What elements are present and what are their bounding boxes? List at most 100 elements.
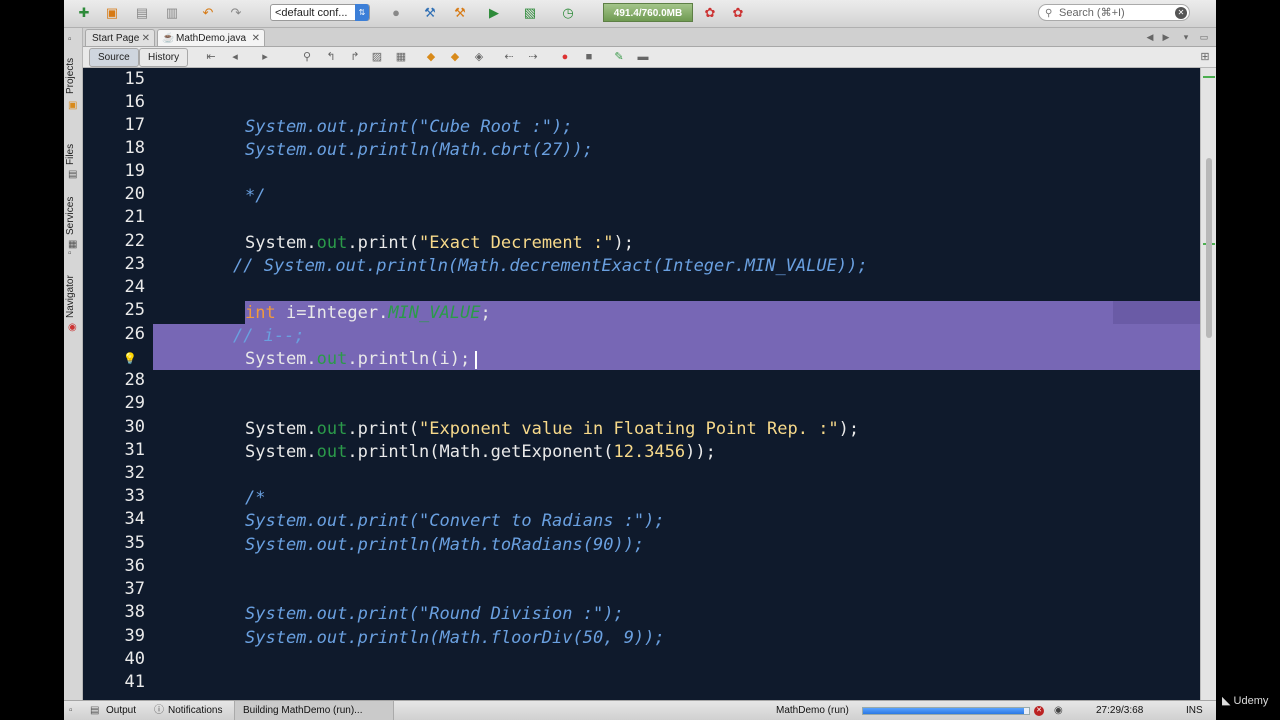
code-line-35: System.out.println(Math.toRadians(90)); [245, 535, 645, 555]
open-project-icon[interactable]: ▤ [132, 4, 152, 22]
code-line-26: // i--; [233, 326, 305, 346]
code-token: out [316, 442, 348, 462]
code-token: MIN_VALUE [388, 303, 481, 323]
line-number: 36 [124, 556, 145, 576]
editor-tabs: Start Page ✕ ☕ MathDemo.java ✕ ◀ ▶ ▾ ▭ [83, 28, 1216, 47]
new-project-icon[interactable]: ▣ [102, 4, 122, 22]
notifications-tab[interactable]: Notifications [168, 701, 222, 720]
new-file-icon[interactable]: ✚ [74, 4, 94, 22]
line-number: 39 [124, 626, 145, 646]
find-icon[interactable]: ⚲ [299, 49, 315, 65]
info-icon: ⓘ [154, 705, 164, 716]
code-line-31: System.out.println(Math.getExponent(12.3… [245, 441, 716, 464]
debug-icon[interactable]: ▧ [520, 4, 540, 22]
start-macro-icon[interactable]: ● [557, 49, 573, 65]
globe-icon[interactable]: ● [386, 4, 406, 22]
redo-icon[interactable]: ↷ [226, 4, 246, 22]
side-tab-projects[interactable]: ▫ Projects ▣ [64, 30, 82, 120]
profile-ide-icon[interactable]: ✿ [728, 4, 748, 22]
code-token: )); [685, 442, 716, 462]
maximize-window-icon[interactable]: ▭ [1197, 31, 1211, 43]
line-number: 18 [124, 138, 145, 158]
code-token: System. [245, 419, 317, 439]
code-line-34: System.out.print("Convert to Radians :")… [245, 511, 665, 531]
search-placeholder: Search (⌘+I) [1059, 7, 1125, 19]
tab-list-icon[interactable]: ▾ [1179, 31, 1193, 43]
vertical-scrollbar-thumb[interactable] [1206, 158, 1212, 338]
back-icon[interactable]: ◂ [227, 49, 243, 65]
find-next-icon[interactable]: ↱ [347, 49, 363, 65]
stop-macro-icon[interactable]: ■ [581, 49, 597, 65]
line-number: 16 [124, 92, 145, 112]
toggle-highlight-icon[interactable]: ▨ [369, 49, 385, 65]
find-previous-icon[interactable]: ↰ [323, 49, 339, 65]
configuration-select[interactable]: <default conf... ⇅ [270, 4, 370, 21]
toggle-rect-selection-icon[interactable]: ▦ [393, 49, 409, 65]
previous-bookmark-icon[interactable]: ◆ [423, 49, 439, 65]
toggle-bookmark-icon[interactable]: ◈ [471, 49, 487, 65]
udemy-logo-icon: ◣ [1222, 695, 1234, 707]
build-hammer-icon[interactable]: ⚒ [420, 4, 440, 22]
last-edit-icon[interactable]: ⇤ [203, 49, 219, 65]
close-icon[interactable]: ✕ [142, 30, 150, 47]
window-icon[interactable]: ▫ [69, 701, 73, 720]
line-number: 31 [124, 440, 145, 460]
code-line-20: */ [245, 186, 266, 206]
line-number: 33 [124, 486, 145, 506]
text-caret [475, 351, 477, 369]
next-bookmark-icon[interactable]: ◆ [447, 49, 463, 65]
scroll-tabs-right-icon[interactable]: ▶ [1159, 31, 1173, 43]
undo-icon[interactable]: ↶ [198, 4, 218, 22]
uncomment-icon[interactable]: ▬ [635, 49, 651, 65]
forward-icon[interactable]: ▸ [257, 49, 273, 65]
chevron-down-icon: ⇅ [355, 4, 369, 21]
editor-error-stripe[interactable] [1200, 68, 1216, 700]
run-icon[interactable]: ▶ [484, 4, 504, 22]
code-line-18: System.out.println(Math.cbrt(27)); [245, 140, 593, 160]
close-project-icon[interactable]: ▥ [162, 4, 182, 22]
gc-icon[interactable]: ✿ [700, 4, 720, 22]
building-status: Building MathDemo (run)... [234, 701, 394, 720]
split-editor-icon[interactable]: ⊞ [1197, 49, 1213, 65]
code-line-30: System.out.print("Exponent value in Floa… [245, 418, 859, 441]
source-button[interactable]: Source [89, 48, 139, 67]
projects-icon: ▣ [68, 100, 78, 111]
progress-fill [863, 708, 1025, 714]
line-number: 19 [124, 161, 145, 181]
clear-search-icon[interactable]: ✕ [1175, 7, 1187, 19]
history-button[interactable]: History [139, 48, 189, 67]
cancel-task-icon[interactable]: ✕ [1034, 706, 1044, 716]
side-tab-navigator[interactable]: ▫ Navigator ◉ [64, 246, 82, 336]
scroll-tabs-left-icon[interactable]: ◀ [1143, 31, 1157, 43]
line-number: 15 [124, 69, 145, 89]
side-tab-label: Files [65, 143, 76, 165]
shift-left-icon[interactable]: ⇠ [501, 49, 517, 65]
profile-icon[interactable]: ◷ [558, 4, 578, 22]
clean-build-icon[interactable]: ⚒ [450, 4, 470, 22]
udemy-watermark: ◣ Udemy [1222, 694, 1268, 707]
tab-start-page[interactable]: Start Page ✕ [85, 29, 155, 46]
line-number: 21 [124, 207, 145, 227]
code-editor[interactable]: 15 16 17 18 19 20 21 22 23 24 25 26 💡 28… [83, 68, 1200, 700]
search-input[interactable]: ⚲ Search (⌘+I) ✕ [1038, 4, 1190, 21]
code-token: out [316, 419, 348, 439]
hint-bulb-icon[interactable]: 💡 [123, 352, 137, 365]
window-icon: ▫ [68, 248, 72, 259]
side-tab-services[interactable]: Services ▦ [64, 173, 82, 253]
line-number: 40 [124, 649, 145, 669]
code-token: ); [613, 233, 634, 253]
code-line-38: System.out.print("Round Division :"); [245, 604, 624, 624]
notification-icon[interactable]: ◉ [1054, 701, 1063, 720]
selection-highlight [1113, 301, 1200, 324]
code-token: .print( [347, 233, 420, 253]
code-line-27: System.out.println(i); [245, 348, 470, 371]
shift-right-icon[interactable]: ⇢ [525, 49, 541, 65]
output-tab[interactable]: Output [106, 701, 136, 720]
comment-icon[interactable]: ✎ [611, 49, 627, 65]
stripe-marker[interactable] [1203, 76, 1215, 78]
close-icon[interactable]: ✕ [252, 30, 260, 47]
status-bar: ▫ ▤ Output ⓘ Notifications Building Math… [64, 700, 1216, 720]
tab-mathdemo-java[interactable]: ☕ MathDemo.java ✕ [157, 29, 265, 46]
main-toolbar: ✚ ▣ ▤ ▥ ↶ ↷ <default conf... ⇅ ● ⚒ ⚒ ▶ ▧… [64, 0, 1216, 28]
memory-indicator[interactable]: 491.4/760.0MB [603, 3, 693, 22]
